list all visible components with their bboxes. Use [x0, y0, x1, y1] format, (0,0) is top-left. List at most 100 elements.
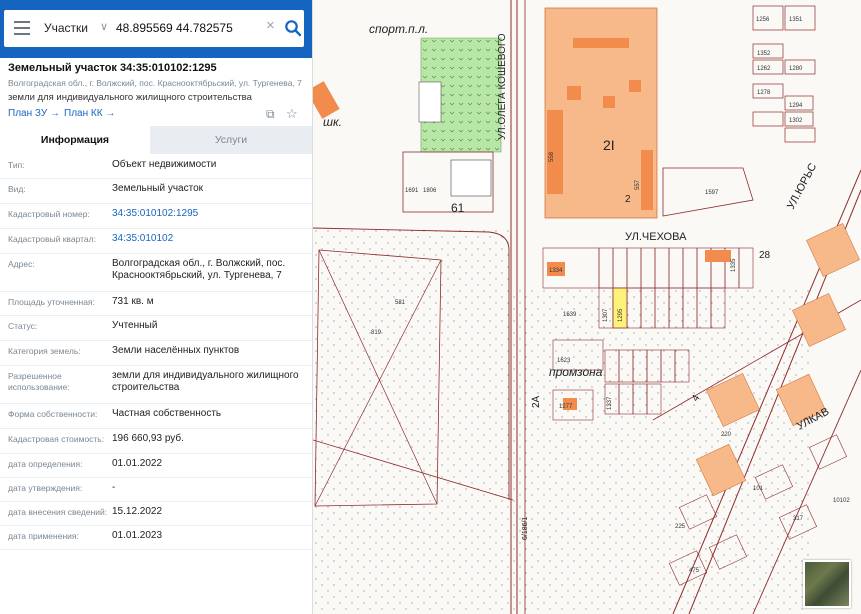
- object-purpose: земли для индивидуального жилищного стро…: [8, 92, 252, 103]
- building: [629, 80, 641, 92]
- parcel-number: 1597: [705, 190, 719, 196]
- info-row-application-date: дата применения: 01.01.2023: [0, 525, 312, 550]
- info-row-ownership: Форма собственности: Частная собственнос…: [0, 403, 312, 429]
- close-icon[interactable]: ×: [266, 17, 275, 34]
- search-input[interactable]: [116, 19, 266, 37]
- parcel-number: 1294: [789, 103, 803, 109]
- label-2i: 2I: [603, 137, 615, 153]
- info-row-land-category: Категория земель: Земли населённых пункт…: [0, 340, 312, 366]
- search-bar: Участки ∨ × ‹: [0, 0, 312, 58]
- building: [705, 250, 731, 262]
- object-address: Волгоградская обл., г. Волжский, пос. Кр…: [8, 78, 302, 88]
- row-value: 731 кв. м: [112, 296, 154, 307]
- row-label: дата определения:: [8, 459, 83, 469]
- map-canvas[interactable]: спорт.п.л. шк. УЛ.ЧЕХОВА УЛ.ЮРЬС УЛКАВ п…: [313, 0, 861, 614]
- parcel-number: 1277: [559, 404, 573, 410]
- row-value: -: [112, 482, 116, 493]
- parcel-number: 1307: [603, 308, 609, 322]
- info-row-entry-date: дата внесения сведений: 15.12.2022: [0, 501, 312, 526]
- tab-information[interactable]: Информация: [0, 126, 150, 156]
- search-box: Участки ∨ ×: [4, 10, 304, 47]
- label-sport: спорт.п.л.: [369, 22, 428, 36]
- building: [450, 159, 492, 197]
- plan-kk-link[interactable]: План КК →: [64, 108, 115, 119]
- parcel-number: 1334: [549, 268, 563, 274]
- parcel-number: 10102: [833, 498, 850, 504]
- parcel-number: 1256: [756, 17, 770, 23]
- dotted-zone-center: [513, 290, 813, 614]
- parcel-number: 1639: [563, 312, 577, 318]
- info-row-cadastral-value: Кадастровая стоимость: 196 660,93 руб.: [0, 428, 312, 454]
- info-row-approval-date: дата утверждения: -: [0, 477, 312, 502]
- menu-icon[interactable]: [14, 21, 30, 35]
- parcel-number: 475: [689, 568, 700, 574]
- info-row-permitted-use: Разрешенное использование: земли для инд…: [0, 365, 312, 404]
- row-value: Земли населённых пунктов: [112, 345, 240, 356]
- copy-icon[interactable]: ⧉: [266, 107, 275, 122]
- label-road: 6/186/1: [522, 517, 529, 540]
- row-label: Кадастровый квартал:: [8, 234, 96, 244]
- label-2: 2: [625, 194, 631, 205]
- info-row-address: Адрес: Волгоградская обл., г. Волжский, …: [0, 253, 312, 292]
- parcel-number: 101: [753, 486, 764, 492]
- parcel-number: 1278: [757, 90, 771, 96]
- label-street-vertical: УЛ.ОЛЕГА КОШЕВОГО: [497, 33, 508, 140]
- building: [313, 81, 340, 119]
- row-label: Статус:: [8, 321, 38, 331]
- tab-bar: Информация Услуги: [0, 126, 312, 156]
- row-value: 01.01.2023: [112, 530, 163, 541]
- row-value: Частная собственность: [112, 408, 222, 419]
- star-icon[interactable]: ☆: [286, 106, 298, 122]
- row-label: Кадастровая стоимость:: [8, 434, 105, 444]
- info-row-cadastral-number: Кадастровый номер: 34:35:010102:1295: [0, 203, 312, 229]
- parcel-number: 581: [395, 300, 406, 306]
- plan-zu-link[interactable]: План ЗУ →: [8, 108, 60, 119]
- row-value: земли для индивидуального жилищного стро…: [112, 370, 299, 393]
- parcel-number: 558: [549, 151, 555, 162]
- selected-parcel-number: 1295: [618, 308, 624, 322]
- search-type-select[interactable]: Участки: [44, 21, 88, 35]
- parcel-number: 819: [371, 330, 382, 336]
- parcel-number: 1302: [789, 118, 803, 124]
- info-row-area: Площадь уточненная: 731 кв. м: [0, 291, 312, 316]
- row-value: Учтенный: [112, 320, 158, 331]
- info-row-status: Статус: Учтенный: [0, 315, 312, 341]
- row-value: Волгоградская обл., г. Волжский, пос. Кр…: [112, 258, 286, 281]
- row-value: Земельный участок: [112, 183, 204, 194]
- row-label: Площадь уточненная:: [8, 297, 95, 307]
- dotted-zone-west: [313, 228, 513, 614]
- label-28: 28: [759, 250, 771, 261]
- cadastral-number-link[interactable]: 34:35:010102:1295: [112, 208, 308, 220]
- label-61: 61: [451, 201, 465, 215]
- row-label: Форма собственности:: [8, 409, 98, 419]
- label-2a: 2А: [531, 395, 542, 408]
- row-label: Вид:: [8, 184, 26, 194]
- label-shk: шк.: [323, 115, 342, 129]
- row-value: 196 660,93 руб.: [112, 433, 184, 444]
- parcel-number: 1352: [757, 51, 771, 57]
- cadastral-map[interactable]: спорт.п.л. шк. УЛ.ЧЕХОВА УЛ.ЮРЬС УЛКАВ п…: [313, 0, 861, 614]
- building: [418, 81, 442, 123]
- parcel-number: 1335: [731, 258, 737, 272]
- parcel-number: 1623: [557, 358, 571, 364]
- parcel-grid-ne: [752, 5, 816, 143]
- info-row-determination-date: дата определения: 01.01.2022: [0, 453, 312, 478]
- label-chekhova-street: УЛ.ЧЕХОВА: [625, 231, 687, 243]
- row-label: дата внесения сведений:: [8, 507, 108, 517]
- parcel-number: 317: [793, 516, 804, 522]
- info-row-type: Тип: Объект недвижимости: [0, 154, 312, 179]
- building: [567, 86, 581, 100]
- building: [641, 150, 653, 210]
- row-label: Категория земель:: [8, 346, 81, 356]
- row-value: Объект недвижимости: [112, 159, 217, 170]
- chevron-down-icon[interactable]: ∨: [100, 20, 108, 33]
- parcel-number: 220: [721, 432, 732, 438]
- row-label: Кадастровый номер:: [8, 209, 90, 219]
- row-label: дата применения:: [8, 531, 79, 541]
- satellite-layer-toggle[interactable]: [803, 560, 851, 608]
- search-icon[interactable]: [284, 19, 302, 37]
- collapse-panel-button[interactable]: ‹: [306, 14, 312, 44]
- row-label: Адрес:: [8, 259, 35, 269]
- tab-services[interactable]: Услуги: [150, 126, 312, 154]
- cadastral-quarter-link[interactable]: 34:35:010102: [112, 233, 308, 245]
